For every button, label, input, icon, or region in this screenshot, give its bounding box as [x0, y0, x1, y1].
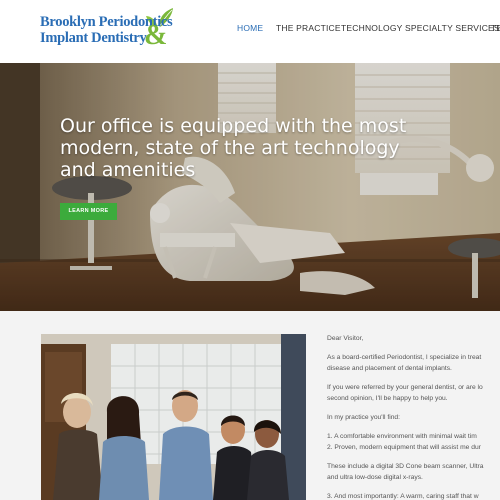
brand-ampersand: &: [144, 20, 168, 51]
nav-the-practice[interactable]: THE PRACTICE: [276, 23, 341, 33]
letter-line: disease and placement of dental implants…: [327, 365, 452, 372]
letter-line: These include a digital 3D Cone beam sca…: [327, 463, 484, 470]
team-photo: [41, 334, 306, 500]
brand-name-line2: Implant Dentistry: [40, 30, 147, 46]
welcome-letter: Dear Visitor, As a board-certified Perio…: [327, 333, 500, 500]
letter-line: In my practice you'll find:: [327, 414, 401, 421]
nav-item-truncated[interactable]: TE: [491, 23, 500, 33]
letter-line: second opinion, I'll be happy to help yo…: [327, 395, 448, 402]
letter-line: If you were referred by your general den…: [327, 384, 483, 391]
hero-dental-office-photo: [0, 63, 500, 311]
letter-line: and ultra low-dose digital x-rays.: [327, 474, 423, 481]
hero-banner: Our office is equipped with the most mod…: [0, 63, 500, 311]
letter-line: 2. Proven, modern equipment that will as…: [327, 444, 481, 451]
nav-technology[interactable]: TECHNOLOGY: [341, 23, 403, 33]
letter-line: 3. And most importantly: A warm, caring …: [327, 493, 479, 500]
team-photo-image: [41, 334, 306, 500]
nav-home[interactable]: HOME: [237, 23, 263, 33]
brand-logo[interactable]: Brooklyn Periodontics Implant Dentistry …: [40, 6, 180, 56]
letter-line: Dear Visitor,: [327, 335, 364, 342]
letter-line: As a board-certified Periodontist, I spe…: [327, 354, 482, 361]
letter-line: 1. A comfortable environment with minima…: [327, 433, 477, 440]
intro-section: Dear Visitor, As a board-certified Perio…: [0, 311, 500, 500]
learn-more-button[interactable]: LEARN MORE: [60, 203, 117, 220]
hero-headline: Our office is equipped with the most mod…: [60, 115, 407, 181]
nav-specialty-services[interactable]: SPECIALTY SERVICES: [405, 23, 500, 33]
site-header: Brooklyn Periodontics Implant Dentistry …: [0, 0, 500, 63]
